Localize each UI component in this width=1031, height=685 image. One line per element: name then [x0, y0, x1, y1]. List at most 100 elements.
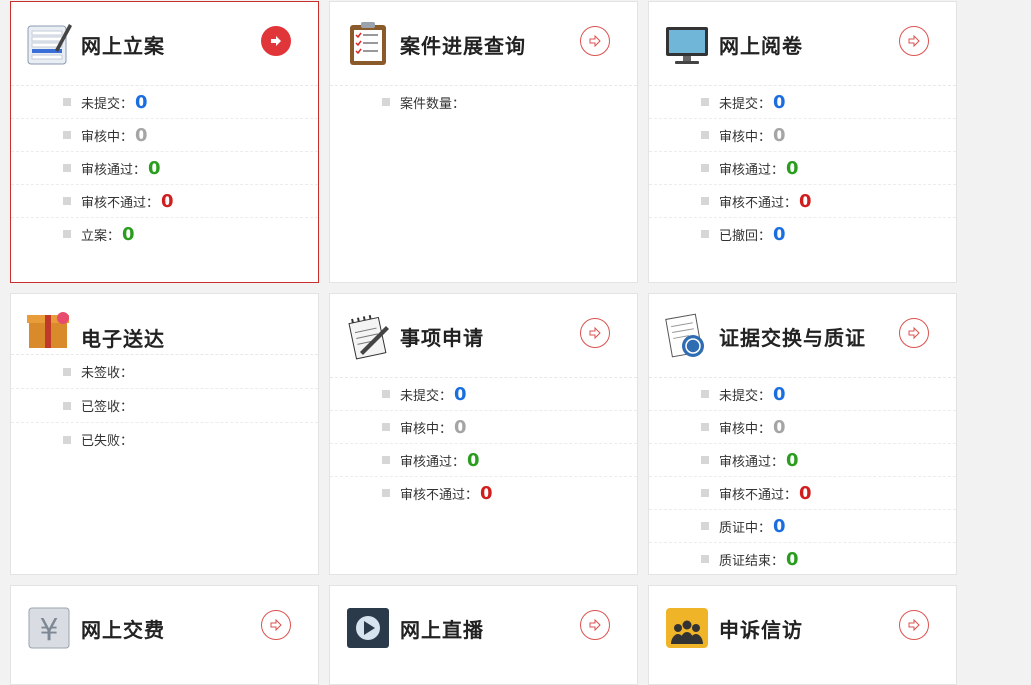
- card-item-application[interactable]: 事项申请 未提交： 0 审核中： 0 审核通过： 0 审核不通过： 0: [329, 293, 638, 575]
- bullet: [63, 401, 71, 410]
- yen-icon: ¥: [28, 607, 70, 649]
- stat-row[interactable]: 审核不通过： 0: [330, 477, 637, 509]
- stat-label: 已撤回：: [719, 228, 772, 244]
- bullet: [701, 555, 709, 563]
- stat-label: 审核通过：: [719, 162, 785, 178]
- card-title: 网上阅卷: [719, 34, 803, 58]
- stat-row[interactable]: 审核中： 0: [649, 411, 956, 444]
- stat-row[interactable]: 未提交： 0: [649, 378, 956, 411]
- stat-label: 质证结束：: [719, 553, 785, 569]
- go-button[interactable]: [261, 610, 291, 640]
- bullet: [701, 522, 709, 530]
- arrow-right-icon: [908, 34, 920, 48]
- stat-value: 0: [773, 416, 786, 438]
- bullet: [382, 489, 390, 497]
- stat-row[interactable]: 审核通过： 0: [649, 444, 956, 477]
- bullet: [382, 390, 390, 398]
- arrow-right-icon: [908, 618, 920, 632]
- stat-label: 审核不通过：: [719, 487, 798, 503]
- bullet: [701, 131, 709, 139]
- stat-row[interactable]: 未提交： 0: [330, 378, 637, 411]
- stat-row[interactable]: 未提交： 0: [649, 86, 956, 119]
- stat-row[interactable]: 已失败：: [11, 423, 318, 456]
- card-live-stream[interactable]: 网上直播: [329, 585, 638, 685]
- arrow-right-icon: [908, 326, 920, 340]
- go-button[interactable]: [899, 26, 929, 56]
- stat-value: 0: [135, 91, 148, 113]
- document-seal-icon: [665, 313, 704, 358]
- stat-value: 0: [454, 383, 467, 405]
- stat-label: 审核中：: [719, 421, 772, 437]
- go-button[interactable]: [580, 610, 610, 640]
- notepad-pen-icon: [348, 314, 389, 360]
- arrow-right-icon: [589, 34, 601, 48]
- stat-row[interactable]: 审核中： 0: [649, 119, 956, 152]
- go-button[interactable]: [580, 26, 610, 56]
- stat-value: 0: [148, 157, 161, 179]
- bullet: [701, 456, 709, 464]
- stat-label: 立案：: [81, 228, 121, 244]
- stat-row[interactable]: 审核通过： 0: [11, 152, 318, 185]
- video-play-icon: [347, 608, 389, 648]
- stat-row[interactable]: 案件数量：: [330, 86, 637, 118]
- go-button[interactable]: [580, 318, 610, 348]
- stat-value: 0: [773, 223, 786, 245]
- card-title: 网上交费: [81, 618, 165, 642]
- stat-label: 未签收：: [81, 366, 134, 381]
- stat-label: 审核不通过：: [400, 487, 479, 503]
- bullet: [701, 98, 709, 106]
- stat-row[interactable]: 未签收：: [11, 355, 318, 389]
- stat-label: 审核中：: [81, 129, 134, 145]
- clipboard-icon: [350, 22, 386, 65]
- stat-value: 0: [786, 449, 799, 471]
- bullet: [701, 489, 709, 497]
- go-button[interactable]: [899, 318, 929, 348]
- stat-value: 0: [786, 548, 799, 570]
- stat-value: 0: [786, 157, 799, 179]
- stat-label: 未提交：: [400, 388, 453, 404]
- stat-label: 未提交：: [719, 388, 772, 404]
- stat-label: 审核通过：: [400, 454, 466, 470]
- card-evidence-exchange[interactable]: 证据交换与质证 未提交： 0 审核中： 0 审核通过： 0 审核不通过： 0 质证中： 0…: [648, 293, 957, 575]
- card-title: 网上立案: [81, 34, 165, 58]
- stat-label: 已失败：: [81, 434, 134, 449]
- arrow-right-icon: [589, 618, 601, 632]
- stat-row[interactable]: 审核通过： 0: [649, 152, 956, 185]
- bullet: [63, 435, 71, 444]
- stat-value: 0: [122, 223, 135, 245]
- bullet: [63, 230, 71, 238]
- people-group-icon: [666, 608, 708, 648]
- card-e-delivery[interactable]: 电子送达 未签收： 已签收： 已失败：: [10, 293, 319, 575]
- stat-row[interactable]: 质证结束： 0: [649, 543, 956, 574]
- stat-row[interactable]: 已签收：: [11, 389, 318, 423]
- arrow-right-icon: [270, 618, 282, 632]
- card-online-filing[interactable]: 网上立案 未提交： 0 审核中： 0 审核通过： 0 审核不通过： 0 立案： 0: [10, 1, 319, 283]
- bullet: [63, 197, 71, 205]
- stat-row[interactable]: 立案： 0: [11, 218, 318, 250]
- stat-row[interactable]: 审核不通过： 0: [649, 185, 956, 218]
- stat-row[interactable]: 已撤回： 0: [649, 218, 956, 250]
- card-online-payment[interactable]: ¥ 网上交费: [10, 585, 319, 685]
- stat-label: 审核中：: [719, 129, 772, 145]
- go-button[interactable]: [261, 26, 291, 56]
- stat-row[interactable]: 审核不通过： 0: [11, 185, 318, 218]
- go-button[interactable]: [899, 610, 929, 640]
- gift-box-icon: [27, 312, 69, 348]
- stat-value: 0: [773, 91, 786, 113]
- bullet: [63, 98, 71, 106]
- bullet: [701, 230, 709, 238]
- stat-label: 质证中：: [719, 520, 772, 536]
- stat-row[interactable]: 审核中： 0: [11, 119, 318, 152]
- bullet: [63, 131, 71, 139]
- stat-row[interactable]: 未提交： 0: [11, 86, 318, 119]
- card-petition[interactable]: 申诉信访: [648, 585, 957, 685]
- stat-value: 0: [773, 515, 786, 537]
- stat-row[interactable]: 审核中： 0: [330, 411, 637, 444]
- stat-label: 审核通过：: [719, 454, 785, 470]
- stat-row[interactable]: 质证中： 0: [649, 510, 956, 543]
- stat-value: 0: [773, 383, 786, 405]
- card-online-review[interactable]: 网上阅卷 未提交： 0 审核中： 0 审核通过： 0 审核不通过： 0 已撤回： 0: [648, 1, 957, 283]
- stat-row[interactable]: 审核通过： 0: [330, 444, 637, 477]
- card-case-progress[interactable]: 案件进展查询 案件数量：: [329, 1, 638, 283]
- stat-row[interactable]: 审核不通过： 0: [649, 477, 956, 510]
